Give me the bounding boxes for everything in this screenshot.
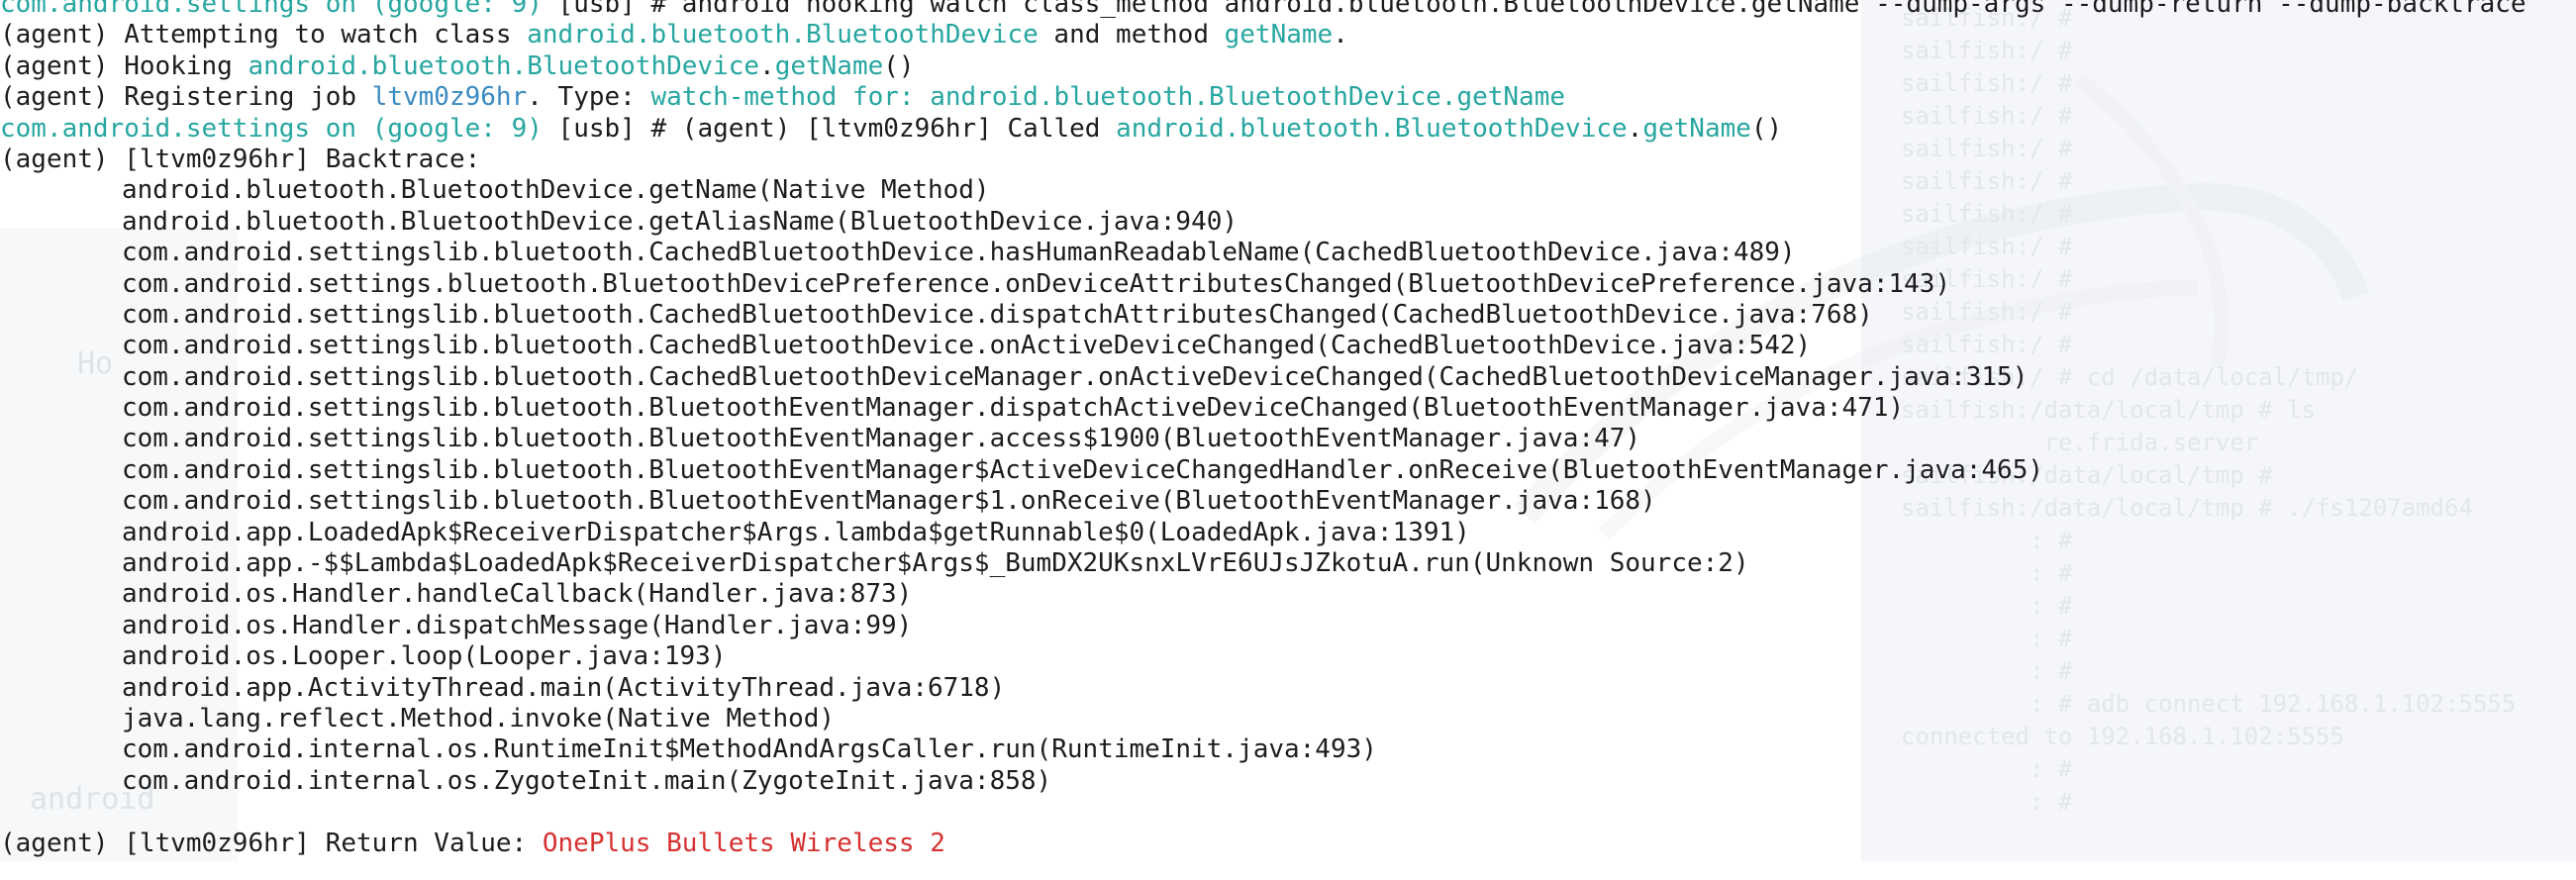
output-line: (agent) Attempting to watch class androi… xyxy=(0,20,2576,50)
backtrace-frame: com.android.settingslib.bluetooth.Cached… xyxy=(122,299,1873,330)
method-name: getName xyxy=(774,50,884,81)
output-line: (agent) Registering job ltvm0z96hr. Type… xyxy=(0,82,2576,113)
terminal-output: com.android.settings on (google: 9) [usb… xyxy=(0,0,2576,880)
return-value-line: (agent) [ltvm0z96hr] Return Value: OnePl… xyxy=(0,829,2576,859)
class-name: BluetoothDevice xyxy=(527,50,760,81)
command-text: android hooking watch class_method andro… xyxy=(681,0,2526,19)
prompt-on: on xyxy=(325,0,357,19)
text: (agent) Attempting to watch class xyxy=(0,20,528,50)
backtrace-frame: android.app.LoadedApk$ReceiverDispatcher… xyxy=(122,517,1470,547)
backtrace-frame: com.android.internal.os.RuntimeInit$Meth… xyxy=(122,734,1377,765)
output-line: com.android.settings on (google: 9) [usb… xyxy=(0,114,2576,145)
backtrace-frame: android.os.Looper.loop(Looper.java:193) xyxy=(122,641,727,672)
package-name: android.bluetooth. xyxy=(1116,113,1395,144)
backtrace-frame: com.android.internal.os.ZygoteInit.main(… xyxy=(122,765,1052,796)
backtrace-frame: com.android.settingslib.bluetooth.Cached… xyxy=(122,361,2029,392)
package-name: android.bluetooth. xyxy=(248,50,528,81)
job-type: watch-method for: android.bluetooth.Blue… xyxy=(650,82,1566,113)
backtrace-frame: com.android.settingslib.bluetooth.Blueto… xyxy=(122,486,1656,517)
job-id: ltvm0z96hr xyxy=(371,82,528,113)
prompt-app: com.android.settings xyxy=(0,0,311,19)
method-name: getName xyxy=(1642,113,1751,144)
prompt-app: com.android.settings xyxy=(0,113,311,144)
backtrace-frame: android.app.ActivityThread.main(Activity… xyxy=(122,672,1006,703)
output-line: (agent) Hooking android.bluetooth.Blueto… xyxy=(0,51,2576,82)
prompt-connection: [usb] xyxy=(557,113,636,144)
backtrace-frame: com.android.settingslib.bluetooth.Blueto… xyxy=(122,454,2044,485)
backtrace-frame: android.bluetooth.BluetoothDevice.getNam… xyxy=(122,175,990,206)
prompt-hash: # xyxy=(650,113,667,144)
text: (agent) [ltvm0z96hr] Return Value: xyxy=(0,828,543,858)
backtrace-frame: java.lang.reflect.Method.invoke(Native M… xyxy=(122,703,836,733)
prompt-device: (google: 9) xyxy=(371,0,543,19)
backtrace-frame: android.bluetooth.BluetoothDevice.getAli… xyxy=(122,206,1238,237)
backtrace-header: (agent) [ltvm0z96hr] Backtrace: xyxy=(0,144,481,174)
text: () xyxy=(883,50,915,81)
backtrace-frame: com.android.settingslib.bluetooth.Cached… xyxy=(122,331,1812,361)
backtrace-frame: com.android.settingslib.bluetooth.Blueto… xyxy=(122,393,1905,424)
backtrace-frame: android.os.Handler.handleCallback(Handle… xyxy=(122,579,913,610)
prompt-on: on xyxy=(325,113,357,144)
prompt-device: (google: 9) xyxy=(371,113,543,144)
backtrace-frame: com.android.settings.bluetooth.Bluetooth… xyxy=(122,268,1951,299)
text: (agent) Registering job xyxy=(0,82,372,113)
backtrace-frame: com.android.settingslib.bluetooth.Blueto… xyxy=(122,424,1641,454)
text: and method xyxy=(1038,20,1225,50)
text: (agent) [ltvm0z96hr] Called xyxy=(666,113,1117,144)
method-name: getName xyxy=(1224,20,1334,50)
class-name: BluetoothDevice xyxy=(1394,113,1628,144)
class-name: android.bluetooth.BluetoothDevice xyxy=(527,20,1039,50)
text: . xyxy=(759,50,775,81)
return-value: OnePlus Bullets Wireless 2 xyxy=(542,828,945,858)
backtrace-frame: android.os.Handler.dispatchMessage(Handl… xyxy=(122,610,913,640)
text: (agent) Hooking xyxy=(0,50,248,81)
backtrace-frame: android.app.-$$Lambda$LoadedApk$Receiver… xyxy=(122,548,1749,579)
text: . Type: xyxy=(527,82,651,113)
backtrace-frame: com.android.settingslib.bluetooth.Cached… xyxy=(122,238,1796,268)
prompt-hash: # xyxy=(650,0,667,19)
command-line: com.android.settings on (google: 9) [usb… xyxy=(0,0,2576,20)
text: () xyxy=(1750,113,1783,144)
prompt-connection: [usb] xyxy=(557,0,636,19)
text: . xyxy=(1627,113,1643,144)
text: . xyxy=(1333,20,1348,50)
